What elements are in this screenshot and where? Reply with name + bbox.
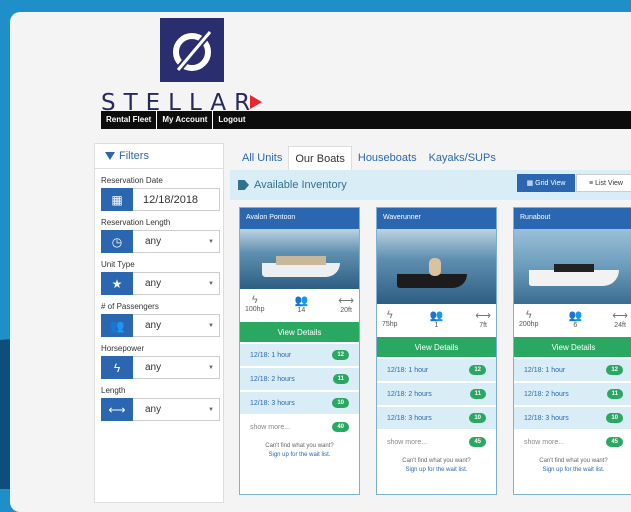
waitlist-link[interactable]: Sign up for the wait list. [514, 466, 631, 475]
boat-specs: ϟ 200hp 👥 6 ⟷ 24ft [519, 309, 628, 329]
boat-photo [240, 229, 359, 289]
caret-icon: ▼ [208, 280, 214, 287]
boat-photo [514, 229, 631, 304]
boat-photo [377, 229, 496, 304]
waitlist-link[interactable]: Sign up for the wait list. [240, 451, 359, 460]
boat-title[interactable]: Waverunner [377, 208, 496, 229]
view-details-button[interactable]: View Details [514, 337, 631, 357]
tab-our-boats[interactable]: Our Boats [288, 146, 352, 170]
time-slot[interactable]: 12/18: 2 hours 11 [240, 368, 359, 390]
date-field[interactable]: ▦ 12/18/2018 [101, 188, 220, 211]
filter-label: Unit Type [101, 260, 135, 269]
boat-card: Runabout ϟ 200hp 👥 6 ⟷ 24ft View Details 12… [513, 207, 631, 495]
category-tabs: All Units Our Boats Houseboats Kayaks/SU… [236, 146, 502, 170]
arrows-icon: ⟷ [475, 310, 491, 322]
bolt-icon: ϟ [101, 356, 133, 379]
clock-icon: ◷ [101, 230, 133, 253]
filter-label: Horsepower [101, 344, 145, 353]
date-value[interactable]: 12/18/2018 [133, 188, 220, 211]
bolt-icon: ϟ [251, 294, 258, 306]
brand-arrow-icon [250, 95, 262, 109]
waitlist-text: Can't find what you want? Sign up for the… [514, 457, 631, 475]
bolt-icon: ϟ [525, 309, 532, 321]
users-icon: 👥 [101, 314, 133, 337]
time-slot[interactable]: 12/18: 1 hour 12 [377, 359, 496, 381]
length-ft-select[interactable]: ⟷ any ▼ [101, 398, 220, 421]
nav-my-account[interactable]: My Account [157, 111, 214, 129]
caret-icon: ▼ [208, 322, 214, 329]
filter-label: Reservation Date [101, 176, 163, 185]
users-icon: 👥 [568, 310, 583, 322]
filter-label: Reservation Length [101, 218, 171, 227]
time-slot[interactable]: 12/18: 3 hours 10 [240, 392, 359, 414]
time-slot[interactable]: 12/18: 3 hours 10 [377, 407, 496, 429]
filter-label: Length [101, 386, 126, 395]
calendar-icon: ▦ [101, 188, 133, 211]
arrows-icon: ⟷ [612, 310, 628, 322]
boat-card: Waverunner ϟ 75hp 👥 1 ⟷ 7ft View Details 12… [376, 207, 497, 495]
list-view-button[interactable]: ≡ List View [576, 174, 631, 192]
boat-title[interactable]: Runabout [514, 208, 631, 229]
tab-kayaks[interactable]: Kayaks/SUPs [423, 146, 502, 170]
boat-card: Avalon Pontoon ϟ 100hp 👥 14 ⟷ 20ft View Det… [239, 207, 360, 495]
top-nav: Rental Fleet My Account Logout [101, 111, 631, 129]
funnel-icon [105, 152, 115, 160]
waitlist-link[interactable]: Sign up for the wait list. [377, 466, 496, 475]
time-slot[interactable]: 12/18: 3 hours 10 [514, 407, 631, 429]
unit-type-select[interactable]: ★ any ▼ [101, 272, 220, 295]
waitlist-text: Can't find what you want? Sign up for the… [240, 442, 359, 460]
time-slot[interactable]: 12/18: 1 hour 12 [240, 344, 359, 366]
show-more-link[interactable]: show more... 40 [240, 416, 359, 438]
filters-panel: Filters Reservation Date ▦ 12/18/2018 Re… [94, 143, 224, 503]
view-details-button[interactable]: View Details [240, 322, 359, 342]
stellar-logo [160, 18, 224, 82]
tab-all-units[interactable]: All Units [236, 146, 288, 170]
arrows-icon: ⟷ [338, 295, 354, 307]
app-window: STELLAR Rental Fleet My Account Logout F… [10, 12, 631, 512]
boat-specs: ϟ 100hp 👥 14 ⟷ 20ft [245, 294, 354, 314]
nav-rental-fleet[interactable]: Rental Fleet [101, 111, 158, 129]
caret-icon: ▼ [208, 238, 214, 245]
caret-icon: ▼ [208, 406, 214, 413]
nav-logout[interactable]: Logout [213, 111, 250, 129]
users-icon: 👥 [429, 310, 444, 322]
tab-houseboats[interactable]: Houseboats [352, 146, 423, 170]
view-details-button[interactable]: View Details [377, 337, 496, 357]
caret-icon: ▼ [208, 364, 214, 371]
filter-label: # of Passengers [101, 302, 159, 311]
length-select[interactable]: ◷ any ▼ [101, 230, 220, 253]
arrows-icon: ⟷ [101, 398, 133, 421]
show-more-link[interactable]: show more... 45 [377, 431, 496, 453]
boat-specs: ϟ 75hp 👥 1 ⟷ 7ft [382, 309, 491, 329]
star-icon: ★ [101, 272, 133, 295]
time-slot[interactable]: 12/18: 2 hours 11 [514, 383, 631, 405]
boat-title[interactable]: Avalon Pontoon [240, 208, 359, 229]
horsepower-select[interactable]: ϟ any ▼ [101, 356, 220, 379]
grid-view-button[interactable]: ▦ Grid View [517, 174, 575, 192]
show-more-link[interactable]: show more... 45 [514, 431, 631, 453]
users-icon: 👥 [294, 295, 309, 307]
time-slot[interactable]: 12/18: 1 hour 12 [514, 359, 631, 381]
filters-header[interactable]: Filters [95, 144, 223, 169]
waitlist-text: Can't find what you want? Sign up for the… [377, 457, 496, 475]
passengers-select[interactable]: 👥 any ▼ [101, 314, 220, 337]
time-slot[interactable]: 12/18: 2 hours 11 [377, 383, 496, 405]
tag-icon [238, 180, 249, 190]
bolt-icon: ϟ [386, 309, 393, 321]
